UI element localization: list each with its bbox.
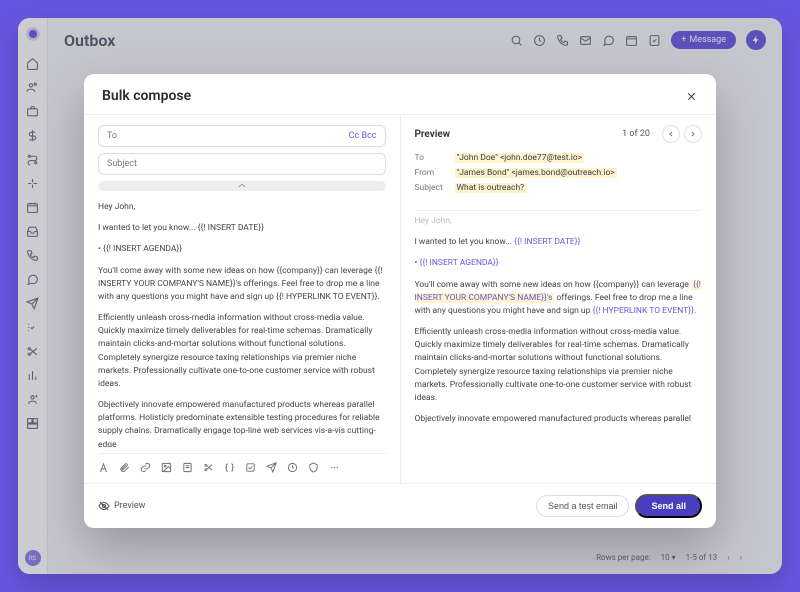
- email-editor[interactable]: Hey John, I wanted to let you know... {{…: [98, 201, 386, 447]
- send-test-button[interactable]: Send a test email: [536, 495, 630, 517]
- preview-toggle[interactable]: Preview: [98, 500, 145, 512]
- subject-field[interactable]: Subject: [98, 153, 386, 175]
- variable-icon[interactable]: [224, 462, 235, 473]
- tag-icon[interactable]: [308, 462, 319, 473]
- font-icon[interactable]: [98, 462, 109, 473]
- snippet-icon[interactable]: [203, 462, 214, 473]
- attachment-icon[interactable]: [119, 462, 130, 473]
- editor-toolbar: [98, 453, 386, 473]
- image-icon[interactable]: [161, 462, 172, 473]
- preview-prev-button[interactable]: [662, 125, 680, 143]
- cc-button[interactable]: Cc: [349, 131, 360, 141]
- collapse-handle[interactable]: [98, 181, 386, 191]
- to-field[interactable]: To Cc Bcc: [98, 125, 386, 147]
- preview-body: Hey John, I wanted to let you know... {{…: [415, 206, 703, 424]
- send-all-button[interactable]: Send all: [635, 494, 702, 518]
- preview-from: "James Bond" <james.bond@outreach.io>: [455, 168, 617, 178]
- preview-next-button[interactable]: [684, 125, 702, 143]
- send-later-icon[interactable]: [266, 462, 277, 473]
- more-icon[interactable]: [329, 462, 340, 473]
- preview-title: Preview: [415, 129, 623, 140]
- checkbox-icon[interactable]: [245, 462, 256, 473]
- preview-to: "John Doe" <john.doe77@test.io>: [455, 153, 585, 163]
- schedule-icon[interactable]: [287, 462, 298, 473]
- modal-title: Bulk compose: [102, 88, 685, 104]
- template-icon[interactable]: [182, 462, 193, 473]
- close-icon[interactable]: [685, 90, 698, 103]
- bcc-button[interactable]: Bcc: [361, 131, 376, 141]
- link-icon[interactable]: [140, 462, 151, 473]
- modal-overlay: Bulk compose To Cc Bcc Subject: [18, 18, 782, 574]
- bulk-compose-modal: Bulk compose To Cc Bcc Subject: [84, 74, 716, 528]
- preview-subject: What is outreach?: [455, 183, 527, 193]
- preview-counter: 1 of 20: [622, 129, 650, 139]
